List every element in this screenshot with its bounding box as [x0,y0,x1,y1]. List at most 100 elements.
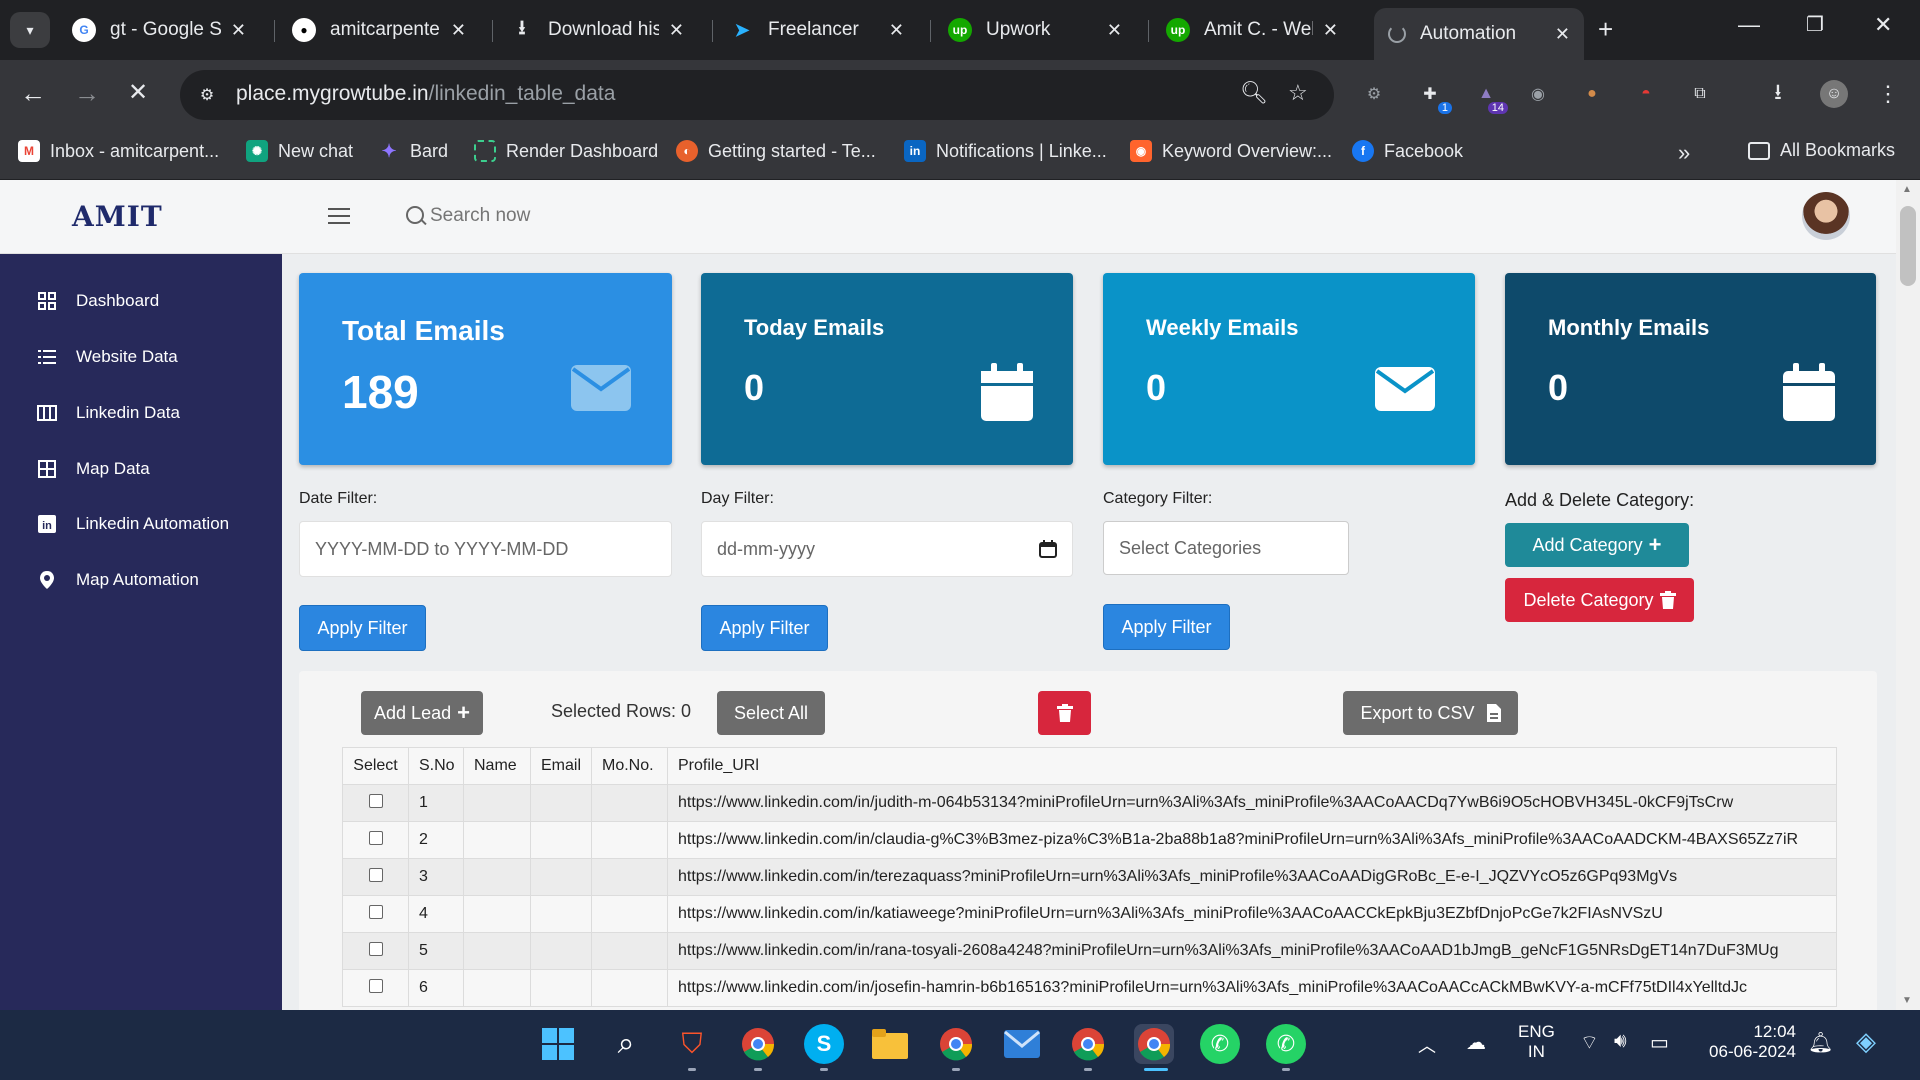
scroll-down-icon[interactable]: ▼ [1902,995,1912,1006]
export-csv-button[interactable]: Export to CSV [1343,691,1518,735]
row-checkbox[interactable] [368,830,383,845]
extension-gear-icon[interactable]: ⚙ [1360,80,1388,108]
bookmark-getting-started[interactable]: ◐ Getting started - Te... [676,140,876,162]
wifi-icon[interactable]: ⌔ [1580,1030,1599,1055]
tab-github[interactable]: ● amitcarpenter ✕ [278,8,480,52]
copilot-icon[interactable]: ◈ [1856,1026,1876,1057]
search-icon[interactable] [404,204,428,228]
close-icon[interactable]: ✕ [1555,24,1570,45]
extensions-puzzle-icon[interactable]: ⧉ [1686,80,1714,108]
taskbar-search-icon[interactable]: ⌕ [606,1024,646,1064]
search-input[interactable] [430,205,690,227]
bookmark-gmail[interactable]: M Inbox - amitcarpent... [18,140,219,162]
brand-logo[interactable]: AMIT [72,200,163,233]
chrome-profile-icon[interactable] [936,1024,976,1064]
address-bar[interactable]: ⚙ place.mygrowtube.in/linkedin_table_dat… [180,70,1334,120]
forward-arrow-icon[interactable]: → [74,78,100,109]
apply-day-filter-button[interactable]: Apply Filter [701,605,828,651]
bookmark-render-dashboard[interactable]: Render Dashboard [474,140,658,162]
column-header-mobile[interactable]: Mo.No. [591,747,668,785]
cookie-extension-icon[interactable]: ● [1578,80,1606,108]
sidebar-item-linkedin-automation[interactable]: in Linkedin Automation [36,513,229,535]
sidebar-item-dashboard[interactable]: Dashboard [36,290,159,312]
mail-icon[interactable] [1002,1024,1042,1064]
profile-url-cell[interactable]: https://www.linkedin.com/in/terezaquass?… [667,858,1837,896]
whatsapp-icon[interactable]: ✆ [1266,1024,1306,1064]
select-all-button[interactable]: Select All [717,691,825,735]
tab-upwork-profile[interactable]: up Amit C. - Web ✕ [1152,8,1352,52]
notification-bell-icon[interactable]: 🔔︎ [1808,1030,1833,1055]
calendar-picker-icon[interactable] [1039,540,1057,558]
category-filter-select[interactable]: Select Categories [1103,521,1349,575]
bookmark-bard[interactable]: ✦ Bard [378,140,448,162]
minimize-icon[interactable]: — [1738,12,1760,38]
close-icon[interactable]: ✕ [1107,20,1122,41]
scroll-up-icon[interactable]: ▲ [1902,184,1912,195]
row-checkbox[interactable] [368,793,383,808]
camera-extension-icon[interactable]: ◉ [1524,80,1552,108]
tab-google-search[interactable]: G gt - Google Se ✕ [58,8,260,52]
stop-loading-icon[interactable]: ✕ [128,78,148,107]
bookmark-keyword-overview[interactable]: ◉ Keyword Overview:... [1130,140,1332,162]
profile-url-cell[interactable]: https://www.linkedin.com/in/josefin-hamr… [667,969,1837,1007]
profile-url-cell[interactable]: https://www.linkedin.com/in/katiaweege?m… [667,895,1837,933]
bookmark-new-chat[interactable]: ✺ New chat [246,140,353,162]
kebab-menu-icon[interactable]: ⋮ [1874,80,1902,108]
close-icon[interactable]: ✕ [231,20,246,41]
row-checkbox[interactable] [368,941,383,956]
bookmark-facebook[interactable]: f Facebook [1352,140,1463,162]
sidebar-item-website-data[interactable]: Website Data [36,346,178,368]
bookmarks-overflow-icon[interactable]: » [1678,140,1690,166]
row-checkbox[interactable] [368,867,383,882]
pokeball-extension-icon[interactable]: ◓ [1632,80,1660,108]
column-header-sno[interactable]: S.No [408,747,464,785]
close-window-icon[interactable]: ✕ [1874,12,1892,38]
tab-freelancer[interactable]: ➤ Freelancer ✕ [716,8,918,52]
page-scrollbar[interactable]: ▲ ▼ [1896,180,1920,1010]
column-header-email[interactable]: Email [530,747,592,785]
file-explorer-icon[interactable] [870,1024,910,1064]
hamburger-menu-icon[interactable] [328,208,350,226]
downloads-icon[interactable]: ⭳ [1764,79,1792,108]
tray-overflow-chevron-icon[interactable]: ︿ [1418,1032,1436,1058]
zoom-icon[interactable]: 🔍︎ [1240,80,1268,106]
windows-start-icon[interactable] [538,1024,578,1064]
tab-download-history[interactable]: ⭳ Download hist ✕ [496,8,698,52]
chrome-icon[interactable] [738,1024,778,1064]
profile-avatar-icon[interactable]: ☺ [1820,80,1848,108]
profile-url-cell[interactable]: https://www.linkedin.com/in/judith-m-064… [667,784,1837,822]
battery-icon[interactable]: ▭ [1650,1030,1669,1055]
extension-hat-icon[interactable]: ▲ 14 [1472,80,1508,114]
day-filter-input[interactable]: dd-mm-yyyy [701,521,1073,577]
add-lead-button[interactable]: Add Lead + [361,691,483,735]
chrome-profile-icon[interactable] [1068,1024,1108,1064]
row-checkbox[interactable] [368,904,383,919]
chrome-active-icon[interactable] [1134,1024,1174,1064]
apply-date-filter-button[interactable]: Apply Filter [299,605,426,651]
volume-icon[interactable]: 🔊︎ [1614,1030,1627,1053]
profile-url-cell[interactable]: https://www.linkedin.com/in/rana-tosyali… [667,932,1837,970]
extension-puzzle-badge-icon[interactable]: ✚ 1 [1416,80,1452,114]
close-icon[interactable]: ✕ [1323,20,1338,41]
tab-search-button[interactable]: ▾ [10,12,50,48]
delete-category-button[interactable]: Delete Category [1505,578,1694,622]
user-avatar[interactable] [1802,192,1850,240]
column-header-name[interactable]: Name [463,747,531,785]
close-icon[interactable]: ✕ [669,20,684,41]
date-filter-input[interactable]: YYYY-MM-DD to YYYY-MM-DD [299,521,672,577]
back-arrow-icon[interactable]: ← [20,78,46,109]
bookmark-linkedin-notifications[interactable]: in Notifications | Linke... [904,140,1107,162]
brave-browser-icon[interactable]: ⛉ [672,1024,712,1064]
tab-upwork[interactable]: up Upwork ✕ [934,8,1136,52]
language-indicator[interactable]: ENG IN [1518,1022,1555,1062]
column-header-select[interactable]: Select [342,747,409,785]
new-tab-button[interactable]: + [1598,14,1613,45]
sidebar-item-map-data[interactable]: Map Data [36,458,150,480]
sidebar-item-map-automation[interactable]: Map Automation [36,569,199,591]
onedrive-cloud-icon[interactable]: ☁ [1466,1030,1486,1055]
close-icon[interactable]: ✕ [889,20,904,41]
add-category-button[interactable]: Add Category + [1505,523,1689,567]
bookmark-star-icon[interactable]: ☆ [1288,80,1308,106]
all-bookmarks-button[interactable]: All Bookmarks [1748,140,1895,161]
restore-icon[interactable]: ❐ [1806,12,1824,37]
